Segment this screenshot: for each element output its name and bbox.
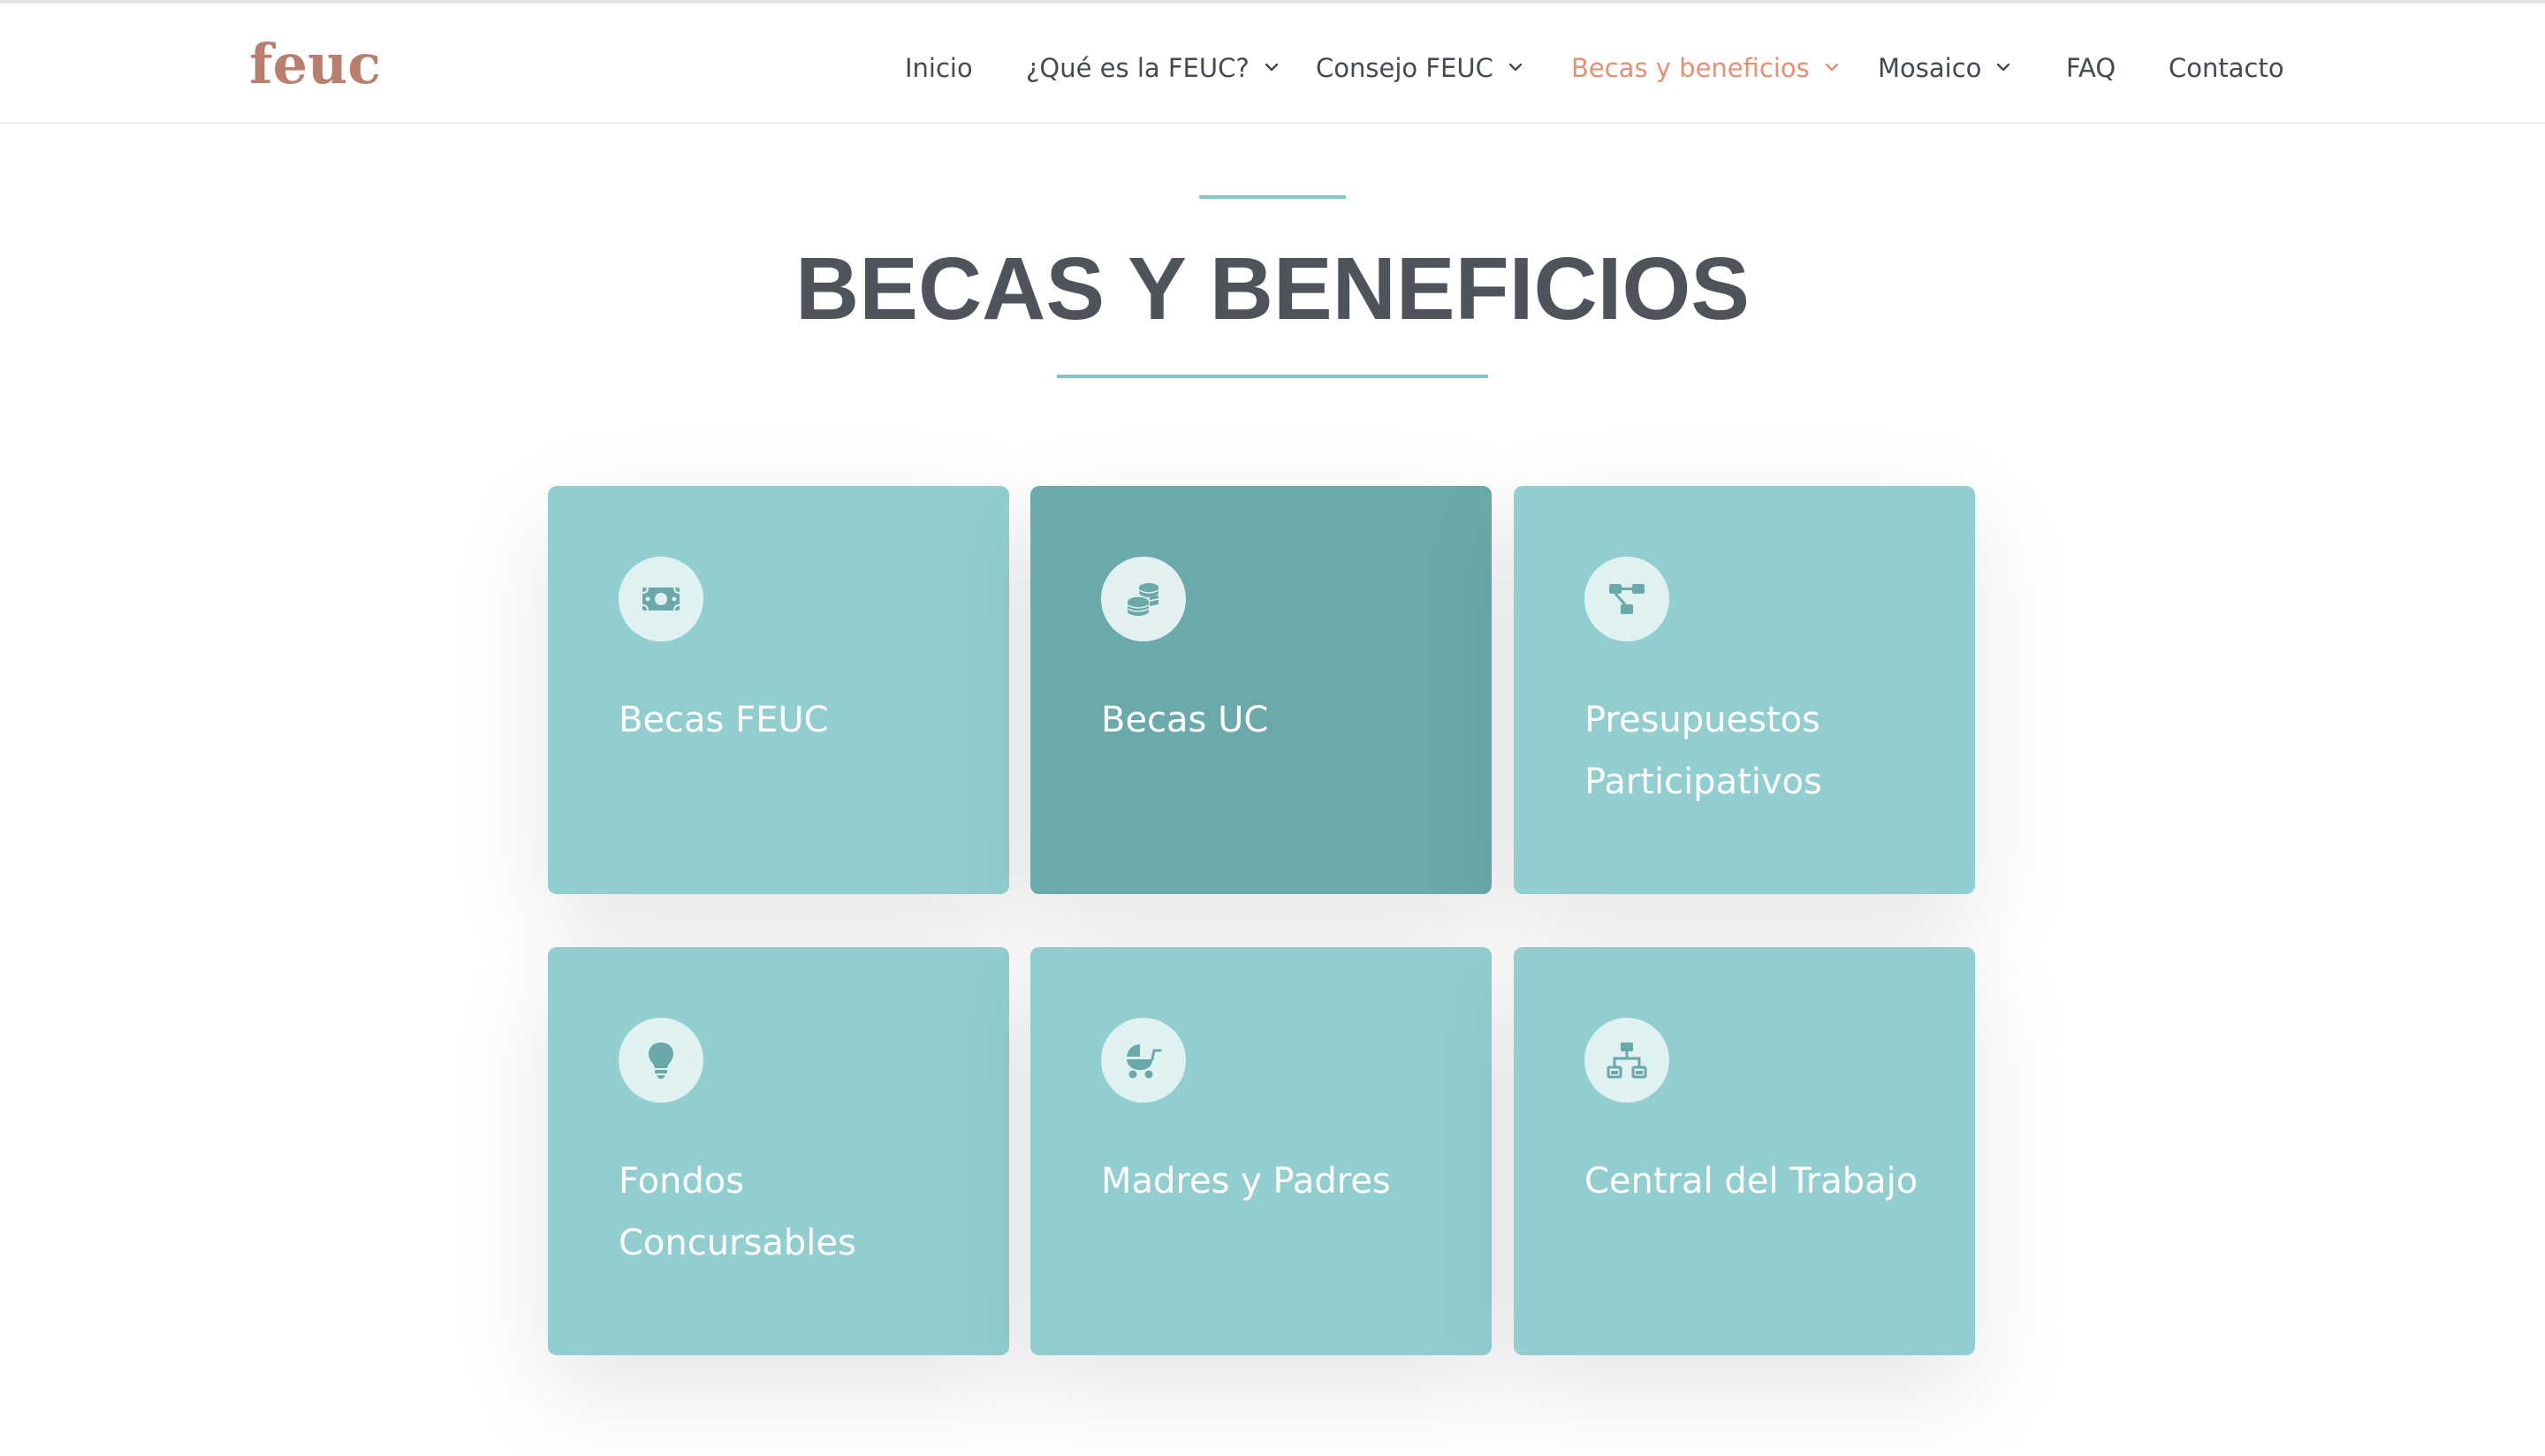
title-accent-line-top (1199, 195, 1346, 199)
nav-item-faq[interactable]: FAQ (2066, 48, 2116, 88)
nav-item-consejo-feuc[interactable]: Consejo FEUC (1316, 48, 1522, 88)
card-label: Central del Trabajo (1584, 1161, 1918, 1202)
chevron-down-icon (1265, 61, 1278, 73)
nav-item-mosaico[interactable]: Mosaico (1878, 48, 2010, 88)
icon-circle (1101, 557, 1186, 641)
baby-carriage-icon (1127, 1044, 1162, 1079)
card-becas-uc[interactable]: Becas UC (1030, 486, 1492, 894)
page-title: BECAS Y BENEFICIOS (795, 239, 1750, 338)
nav-item-label: ¿Qué es la FEUC? (1026, 53, 1250, 83)
coins-icon (1127, 583, 1159, 616)
card-label: Madres y Padres (1101, 1161, 1391, 1202)
site-header: feuc Inicio ¿Qué es la FEUC? Consejo FEU… (0, 4, 2545, 124)
chevron-down-icon (1825, 61, 1838, 73)
nav-item-label: Consejo FEUC (1316, 53, 1493, 83)
title-accent-line-bottom (1057, 375, 1488, 378)
nav-item-label: Becas y beneficios (1571, 53, 1810, 83)
icon-circle (1584, 557, 1669, 641)
icon-circle (619, 557, 703, 641)
nav-item-label: Mosaico (1878, 53, 1982, 83)
card-label: Presupuestos Participativos (1584, 700, 1822, 802)
icon-circle (619, 1018, 703, 1103)
nav-item-label: Contacto (2169, 53, 2284, 83)
icon-circle (1101, 1018, 1186, 1103)
icon-circle (1584, 1018, 1669, 1103)
card-madres-y-padres[interactable]: Madres y Padres (1030, 947, 1492, 1355)
card-becas-feuc[interactable]: Becas FEUC (548, 486, 1009, 894)
nav-item-label: Inicio (905, 53, 973, 83)
chevron-down-icon (1997, 61, 2010, 73)
page: feuc Inicio ¿Qué es la FEUC? Consejo FEU… (0, 0, 2545, 1456)
chevron-down-icon (1508, 61, 1522, 73)
card-central-del-trabajo[interactable]: Central del Trabajo (1514, 947, 1975, 1355)
card-label: Becas UC (1101, 700, 1269, 740)
nav-item-becas-y-beneficios[interactable]: Becas y beneficios (1571, 48, 1838, 88)
lightbulb-icon (649, 1043, 673, 1079)
nav-item-inicio[interactable]: Inicio (905, 48, 973, 88)
project-diagram-icon (1609, 584, 1645, 614)
money-bill-icon (642, 587, 680, 611)
nav-item-label: FAQ (2066, 53, 2116, 83)
card-label: Becas FEUC (619, 700, 829, 740)
card-presupuestos-participativos[interactable]: Presupuestos Participativos (1514, 486, 1975, 894)
card-label: Fondos Concursables (619, 1161, 856, 1263)
sitemap-icon (1607, 1043, 1647, 1079)
nav-item-contacto[interactable]: Contacto (2169, 48, 2284, 88)
nav-item-que-es-la-feuc[interactable]: ¿Qué es la FEUC? (1026, 48, 1278, 88)
card-fondos-concursables[interactable]: Fondos Concursables (548, 947, 1009, 1355)
main-nav: Inicio ¿Qué es la FEUC? Consejo FEUC Bec… (0, 4, 2545, 122)
